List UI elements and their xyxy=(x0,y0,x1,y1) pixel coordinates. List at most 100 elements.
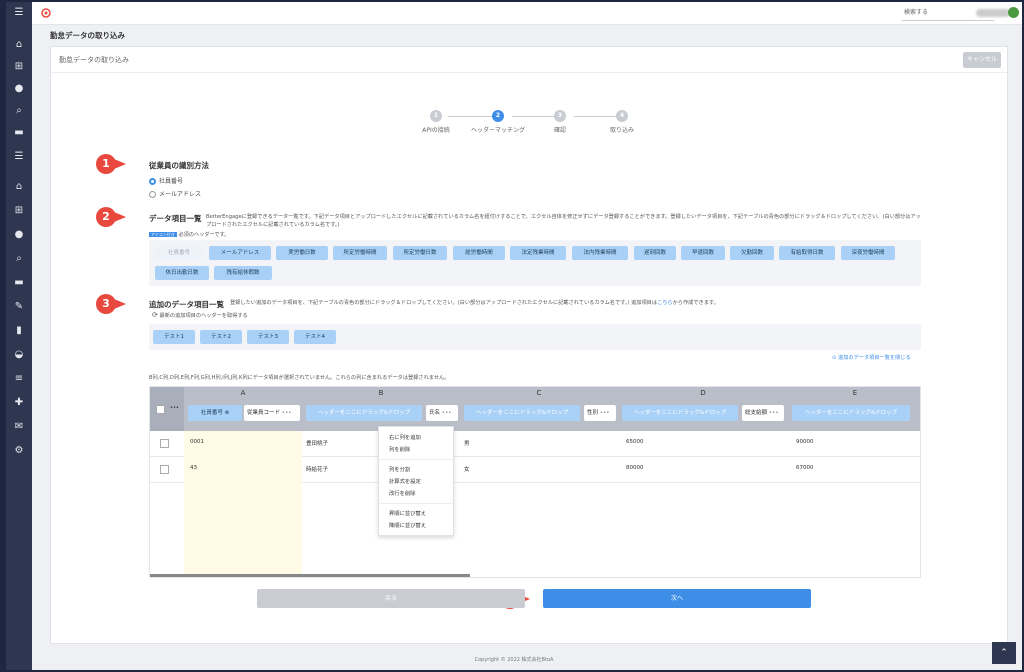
data-item-chip[interactable]: 実労働日数 xyxy=(276,246,328,260)
column-menu-icon[interactable]: ••• xyxy=(282,410,292,416)
data-item-chip[interactable]: 総労働時間 xyxy=(453,246,505,260)
column-b-drop-zone[interactable]: ヘッダーをここにドラッグ&ドロップ xyxy=(306,405,422,421)
menu-separator xyxy=(379,459,453,460)
data-item-chip[interactable]: メールアドレス xyxy=(209,246,271,260)
user-edit-icon[interactable]: ● xyxy=(11,82,27,96)
column-c-drop-zone[interactable]: ヘッダーをここにドラッグ&ドロップ xyxy=(464,405,580,421)
menu-sort-descending[interactable]: 降順に並び替え xyxy=(389,521,426,529)
logo-icon xyxy=(41,8,51,18)
column-menu-icon[interactable]: ••• xyxy=(769,410,779,416)
column-a-assigned-chip[interactable]: 社員番号 ⊗ xyxy=(188,405,242,421)
user-edit-icon-2[interactable]: ● xyxy=(11,228,27,242)
additional-item-chip[interactable]: テスト3 xyxy=(247,330,289,344)
refresh-headers-link[interactable]: ⟳ 最新の追加項目のヘッダーを取得する xyxy=(152,311,248,320)
additional-desc-text-2: から作成できます。 xyxy=(672,300,719,306)
data-item-chip[interactable]: 早退回数 xyxy=(681,246,725,260)
column-a-fill xyxy=(184,483,302,577)
cell-e: 67000 xyxy=(796,465,814,471)
top-bar: 検索する xyxy=(32,2,1022,25)
menu-delete-column[interactable]: 列を削除 xyxy=(389,445,410,453)
step-1: 1 APIの接続 xyxy=(406,110,466,134)
section-heading-identify: 従業員の識別方法 xyxy=(149,161,209,170)
mail-icon[interactable]: ✉ xyxy=(11,420,27,434)
table-row: 43 時給花子 女 80000 67000 xyxy=(150,457,920,483)
column-menu-icon[interactable]: ••• xyxy=(442,410,452,416)
data-item-chip[interactable]: 遅刻回数 xyxy=(634,246,676,260)
list-icon[interactable]: ≡ xyxy=(11,372,27,386)
radio-employee-number[interactable]: 社員番号 xyxy=(149,176,183,185)
signal-icon[interactable]: ▮ xyxy=(11,324,27,338)
step-label: 取り込み xyxy=(609,127,634,134)
edit-icon[interactable]: ✎ xyxy=(11,300,27,314)
data-item-chip[interactable]: 法定残業時間 xyxy=(510,246,566,260)
close-additional-label: 追加のデータ項目一覧を閉じる xyxy=(838,355,911,361)
cell-name: 時給花子 xyxy=(306,467,329,473)
step-label: ヘッダーマッチング xyxy=(470,127,525,134)
data-item-chip[interactable]: 残有給休暇数 xyxy=(214,266,272,280)
additional-item-chip[interactable]: テスト2 xyxy=(200,330,242,344)
select-all-menu[interactable]: ••• xyxy=(170,405,179,411)
callout-2: 2 xyxy=(96,207,126,227)
column-letter: D xyxy=(700,389,706,397)
data-item-chip[interactable]: 法内残業時間 xyxy=(572,246,628,260)
menu-remove-newlines[interactable]: 改行を削除 xyxy=(389,489,416,497)
menu-set-formula[interactable]: 計算式を設定 xyxy=(389,477,421,485)
step-number: 1 xyxy=(430,110,442,122)
gear-icon[interactable]: ⚙ xyxy=(11,444,27,458)
user-name xyxy=(976,9,1010,17)
menu-split-column[interactable]: 列を分割 xyxy=(389,465,410,473)
remove-icon[interactable]: ⊗ xyxy=(225,410,230,416)
data-item-chip[interactable]: 所定労働時間 xyxy=(333,246,387,260)
column-name-text: 氏名 xyxy=(429,410,441,416)
dashboard-icon[interactable]: ◒ xyxy=(11,348,27,362)
horizontal-scrollbar[interactable] xyxy=(150,574,470,577)
data-item-chip[interactable]: 有給取得日数 xyxy=(779,246,835,260)
data-item-chip[interactable]: 欠勤回数 xyxy=(730,246,774,260)
radio-email[interactable]: メールアドレス xyxy=(149,189,201,198)
mapping-table: ••• A 社員番号 ⊗ 従業員コード ••• B ヘッダーをここにドラッグ&ド… xyxy=(149,386,921,578)
data-item-chip[interactable]: 休日出勤日数 xyxy=(155,266,209,280)
avatar[interactable] xyxy=(1008,7,1019,18)
column-d-name[interactable]: 総支給額 ••• xyxy=(742,405,784,421)
additional-item-chip[interactable]: テスト1 xyxy=(153,330,195,344)
data-item-chip[interactable]: 深夜労働時間 xyxy=(841,246,895,260)
cell-employee-id: 43 xyxy=(190,465,197,471)
puzzle-icon[interactable]: ✚ xyxy=(11,396,27,410)
menu-icon[interactable]: ☰ xyxy=(11,6,27,20)
home-icon[interactable]: ⌂ xyxy=(11,38,27,52)
column-a-name[interactable]: 従業員コード ••• xyxy=(244,405,300,421)
search-icon[interactable]: ⌕ xyxy=(11,104,27,118)
chat-icon-2[interactable]: ▬ xyxy=(11,276,27,290)
select-all-checkbox[interactable] xyxy=(156,405,165,414)
menu-add-column-right[interactable]: 右に列を追加 xyxy=(389,433,421,441)
chat-icon[interactable]: ▬ xyxy=(11,126,27,140)
close-additional-link[interactable]: ⊙ 追加のデータ項目一覧を閉じる xyxy=(832,354,911,362)
org-chart-icon-2[interactable]: ⊞ xyxy=(11,204,27,218)
next-button[interactable]: 次へ xyxy=(543,589,811,608)
row-checkbox[interactable] xyxy=(160,439,169,448)
back-button[interactable]: 戻る xyxy=(257,589,525,608)
column-e-drop-zone[interactable]: ヘッダーをここにドラッグ&ドロップ xyxy=(792,405,910,421)
column-d-drop-zone[interactable]: ヘッダーをここにドラッグ&ドロップ xyxy=(622,405,738,421)
row-checkbox[interactable] xyxy=(160,465,169,474)
column-a-header: A 社員番号 ⊗ 従業員コード ••• xyxy=(184,387,302,431)
step-number: 4 xyxy=(616,110,628,122)
home-icon-2[interactable]: ⌂ xyxy=(11,180,27,194)
create-additional-link[interactable]: こちら xyxy=(657,300,673,306)
step-label: APIの接続 xyxy=(422,127,450,134)
additional-item-chip[interactable]: テスト4 xyxy=(294,330,336,344)
menu-icon-2[interactable]: ☰ xyxy=(11,150,27,164)
org-chart-icon[interactable]: ⊞ xyxy=(11,60,27,74)
required-note-text: 必須のヘッダーです。 xyxy=(178,232,230,238)
cell-total-pay: 80000 xyxy=(626,465,644,471)
cancel-button[interactable]: キャンセル xyxy=(963,52,1001,68)
step-number: 3 xyxy=(554,110,566,122)
column-b-name[interactable]: 氏名 ••• xyxy=(426,405,458,421)
column-c-name[interactable]: 性別 ••• xyxy=(584,405,616,421)
search-icon-2[interactable]: ⌕ xyxy=(11,252,27,266)
scroll-top-button[interactable]: ⌃ xyxy=(992,642,1016,664)
data-item-chip[interactable]: 所定労働日数 xyxy=(393,246,447,260)
column-menu-icon[interactable]: ••• xyxy=(600,410,610,416)
column-d-header: D ヘッダーをここにドラッグ&ドロップ 総支給額 ••• xyxy=(618,387,788,431)
menu-sort-ascending[interactable]: 昇順に並び替え xyxy=(389,509,426,517)
